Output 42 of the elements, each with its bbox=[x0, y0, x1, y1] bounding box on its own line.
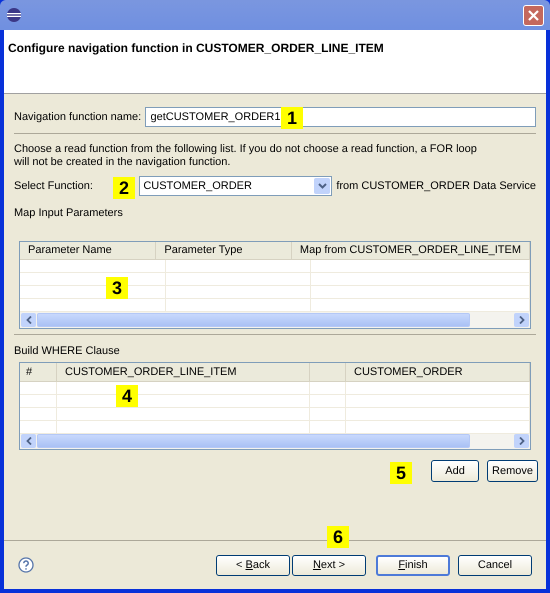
scroll-thumb[interactable] bbox=[37, 312, 470, 327]
column-header[interactable]: # bbox=[26, 364, 32, 380]
back-button[interactable]: < Back bbox=[216, 554, 290, 576]
scroll-left-button[interactable] bbox=[21, 434, 36, 448]
help-icon[interactable] bbox=[18, 557, 34, 573]
chevron-right-icon bbox=[518, 437, 524, 446]
data-service-label: from CUSTOMER_ORDER Data Service bbox=[336, 178, 536, 194]
close-icon bbox=[528, 10, 539, 20]
cancel-button[interactable]: Cancel bbox=[458, 554, 532, 576]
finish-button[interactable]: Finish bbox=[376, 554, 450, 576]
callout-badge: 6 bbox=[327, 526, 349, 548]
horizontal-scrollbar[interactable] bbox=[20, 312, 530, 328]
field-label: Navigation function name: bbox=[14, 110, 142, 125]
close-button[interactable] bbox=[523, 4, 544, 26]
callout-badge: 3 bbox=[106, 277, 128, 299]
column-header[interactable]: CUSTOMER_ORDER bbox=[354, 364, 463, 380]
chevron-right-icon bbox=[518, 316, 524, 324]
column-header[interactable]: Parameter Name bbox=[28, 242, 112, 259]
scroll-right-button[interactable] bbox=[514, 312, 529, 327]
column-header[interactable]: CUSTOMER_ORDER_LINE_ITEM bbox=[65, 364, 237, 380]
scroll-thumb[interactable] bbox=[37, 434, 470, 448]
column-header[interactable]: Map from CUSTOMER_ORDER_LINE_ITEM bbox=[300, 242, 521, 259]
scroll-left-button[interactable] bbox=[21, 312, 36, 327]
remove-button[interactable]: Remove bbox=[487, 460, 538, 482]
chevron-left-icon bbox=[26, 316, 32, 324]
callout-badge: 5 bbox=[390, 462, 412, 484]
callout-badge: 2 bbox=[113, 177, 135, 199]
function-dropdown[interactable]: CUSTOMER_ORDER bbox=[139, 176, 332, 196]
section-label: Map Input Parameters bbox=[13, 206, 124, 221]
dialog-title: Configure navigation function in CUSTOMER_ORDER_LINE_ITEM bbox=[8, 41, 384, 55]
scroll-right-button[interactable] bbox=[514, 434, 529, 448]
field-label: Select Function: bbox=[14, 180, 93, 192]
next-button[interactable]: Next > bbox=[292, 554, 366, 576]
callout-badge: 4 bbox=[116, 385, 138, 407]
callout-badge: 1 bbox=[281, 107, 303, 129]
column-header[interactable]: Parameter Type bbox=[164, 242, 242, 259]
chevron-left-icon bbox=[26, 437, 32, 446]
eclipse-logo-icon bbox=[6, 7, 22, 23]
add-button[interactable]: Add bbox=[431, 460, 480, 482]
horizontal-scrollbar[interactable] bbox=[20, 434, 530, 449]
section-label: Build WHERE Clause bbox=[13, 344, 121, 358]
instruction-text: Choose a read function from the following list. If you do not choose a read function, a FOR loop will not be created in the navigation function. bbox=[13, 143, 478, 169]
